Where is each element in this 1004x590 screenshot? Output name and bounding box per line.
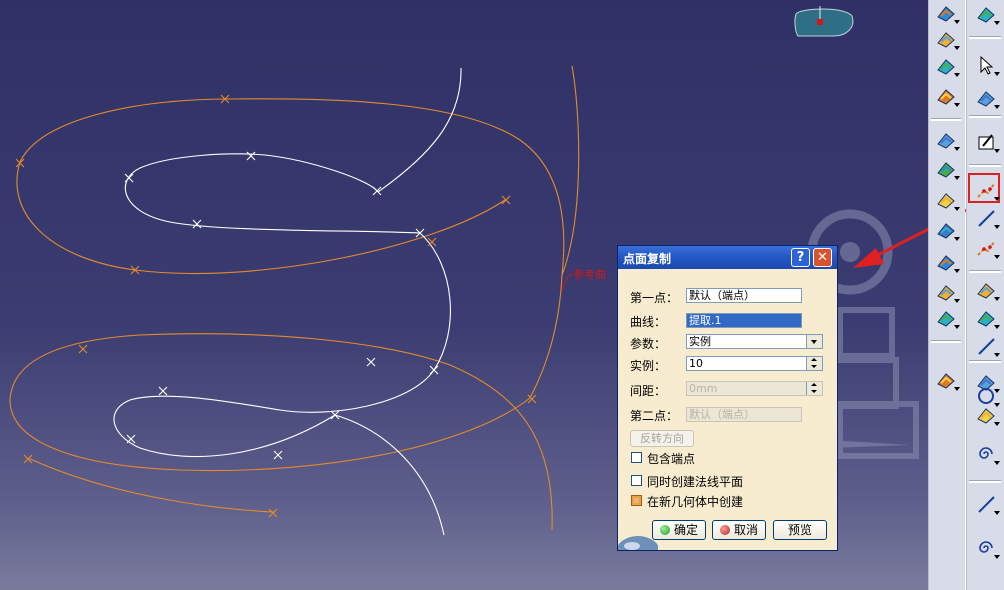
toolbar-separator (969, 36, 1001, 39)
create-in-new-body-checkbox[interactable] (631, 495, 642, 506)
ok-icon (659, 525, 670, 535)
white-curve-middle (279, 232, 451, 413)
dropdown-arrow-icon[interactable] (954, 269, 960, 273)
dropdown-arrow-icon[interactable] (994, 72, 1000, 76)
toolbar-separator (931, 118, 961, 121)
chevron-down-icon[interactable] (806, 335, 822, 348)
dropdown-arrow-icon[interactable] (994, 105, 1000, 109)
dropdown-arrow-icon[interactable] (994, 422, 1000, 426)
curve-field[interactable]: 提取.1 (686, 313, 802, 328)
reverse-direction-button[interactable]: 反转方向 (630, 430, 694, 447)
orange-curve-lower-tail (27, 457, 276, 513)
spacing-label: 间距： (630, 384, 667, 398)
second-point-field[interactable]: 默认（端点） (686, 407, 802, 422)
dropdown-arrow-icon[interactable] (994, 511, 1000, 515)
dropdown-arrow-icon[interactable] (954, 207, 960, 211)
dropdown-arrow-icon[interactable] (954, 237, 960, 241)
dropdown-arrow-icon[interactable] (994, 255, 1000, 259)
dropdown-arrow-icon[interactable] (994, 297, 1000, 301)
point-repetition-dialog: 点面复制 ? ✕ 第一点： 默认（端点） 曲线： 提取.1 参数： 实例 实例：… (617, 245, 838, 551)
cancel-icon (719, 525, 730, 535)
instances-value: 10 (689, 357, 703, 370)
parameter-select-value: 实例 (689, 335, 711, 348)
curve-label: 参考曲 (573, 267, 606, 281)
dropdown-arrow-icon[interactable] (994, 225, 1000, 229)
toolbar-separator (969, 360, 1001, 363)
dropdown-arrow-icon[interactable] (994, 555, 1000, 559)
include-endpoints-checkbox[interactable] (631, 452, 642, 463)
toolbar-separator (969, 115, 1001, 118)
orange-curve-upper (16, 98, 565, 276)
dialog-title: 点面复制 (623, 252, 672, 266)
toolbar-separator (969, 164, 1001, 167)
white-curve-bottom-branch (334, 414, 445, 536)
spacing-value: 0mm (689, 382, 718, 395)
toolbar-separator (969, 480, 1001, 483)
white-curve-top-branch (377, 67, 462, 193)
dropdown-arrow-icon[interactable] (954, 46, 960, 50)
dropdown-arrow-icon[interactable] (954, 20, 960, 24)
spinner-arrows-icon[interactable] (806, 357, 822, 370)
dropdown-arrow-icon[interactable] (954, 299, 960, 303)
dropdown-arrow-icon[interactable] (954, 103, 960, 107)
toolbar-separator (931, 340, 961, 343)
second-point-label: 第二点： (630, 409, 679, 423)
compass-icon[interactable] (794, 6, 854, 38)
instances-spinner[interactable]: 10 (686, 356, 823, 371)
orange-curve-lower (9, 333, 531, 472)
preview-button[interactable]: 预览 (773, 520, 827, 540)
dialog-title-bar[interactable]: 点面复制 ? ✕ (618, 246, 837, 269)
cancel-button[interactable]: 取消 (712, 520, 766, 540)
dropdown-arrow-icon[interactable] (954, 73, 960, 77)
create-in-new-body-label: 在新几何体中创建 (647, 495, 744, 509)
include-endpoints-label: 包含端点 (647, 452, 696, 466)
orange-curve-bottom-branch (449, 364, 553, 531)
parameter-label: 参数： (630, 337, 667, 351)
first-point-field[interactable]: 默认（端点） (686, 288, 802, 303)
dropdown-arrow-icon[interactable] (994, 21, 1000, 25)
dropdown-arrow-icon[interactable] (994, 149, 1000, 153)
toolbar-separator (969, 270, 1001, 273)
white-curve-upper (124, 153, 421, 234)
dropdown-arrow-icon[interactable] (994, 197, 1000, 201)
spacing-field[interactable]: 0mm (686, 381, 823, 396)
dropdown-arrow-icon[interactable] (954, 147, 960, 151)
dropdown-arrow-icon[interactable] (994, 461, 1000, 465)
first-point-label: 第一点： (630, 291, 679, 305)
curve-label-text: 曲线： (630, 315, 667, 329)
instances-label: 实例： (630, 359, 667, 373)
help-button[interactable]: ? (791, 248, 810, 267)
ok-button[interactable]: 确定 (652, 520, 706, 540)
dropdown-arrow-icon[interactable] (954, 176, 960, 180)
cancel-label: 取消 (733, 523, 758, 537)
dropdown-arrow-icon[interactable] (954, 387, 960, 391)
white-curve-lower (113, 395, 336, 458)
orange-curve-right-branch (529, 274, 563, 399)
orange-curve-top-branch (561, 65, 580, 276)
dropdown-arrow-icon[interactable] (994, 325, 1000, 329)
create-normal-planes-label: 同时创建法线平面 (647, 475, 744, 489)
parameter-select[interactable]: 实例 (686, 334, 823, 349)
dropdown-arrow-icon[interactable] (994, 353, 1000, 357)
ok-label: 确定 (673, 523, 698, 537)
spinner-arrows-icon[interactable] (806, 382, 822, 395)
dropdown-arrow-icon[interactable] (954, 325, 960, 329)
create-normal-planes-checkbox[interactable] (631, 475, 642, 486)
close-button[interactable]: ✕ (813, 248, 832, 267)
